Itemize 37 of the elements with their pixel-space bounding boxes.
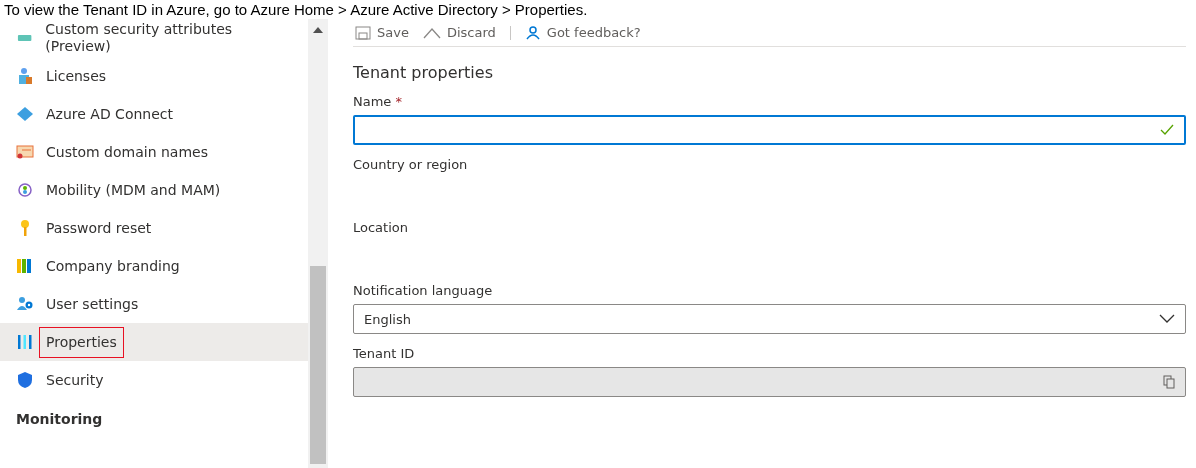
sidebar-item[interactable]: Mobility (MDM and MAM) (0, 171, 308, 209)
sidebar-item[interactable]: Security (0, 361, 308, 399)
field-label: Tenant ID (353, 346, 416, 361)
scrollbar[interactable] (308, 19, 328, 468)
toolbar-button[interactable]: Save (355, 25, 409, 40)
toolbar-button[interactable]: Got feedback? (524, 25, 641, 40)
sidebar-item[interactable]: Azure AD Connect (0, 95, 308, 133)
field-label: Location (353, 220, 409, 235)
sidebar-item[interactable]: Custom domain names (0, 133, 308, 171)
sliders-icon (16, 333, 34, 351)
caption-text: To view the Tenant ID in Azure, go to Azure Home > Azure Active Directory > Properties. (3, 0, 589, 19)
language-dropdown[interactable]: English (353, 304, 1186, 334)
required-mark: * (395, 94, 402, 109)
sidebar-item[interactable]: User settings (0, 285, 308, 323)
color-bars-icon (16, 257, 34, 275)
chevron-down-icon (1159, 314, 1175, 324)
user-badge-icon (16, 67, 34, 85)
sidebar-item[interactable]: Password reset (0, 209, 308, 247)
name-input-field[interactable] (353, 115, 1186, 145)
section-heading: Monitoring (15, 410, 104, 427)
field-label: Country or region (353, 157, 469, 172)
shield-icon (16, 371, 34, 389)
cycle-icon (16, 181, 34, 199)
section-title: Tenant properties (353, 63, 494, 82)
sidebar-item[interactable]: Company branding (0, 247, 308, 285)
sidebar-item[interactable]: Custom security attributes (Preview) (0, 19, 308, 57)
certificate-icon (16, 143, 34, 161)
sidebar-item[interactable]: Properties (0, 323, 308, 361)
person-icon (524, 25, 541, 40)
save-icon (355, 25, 371, 40)
caret-up-icon (422, 26, 441, 39)
field-label: Name * (353, 94, 403, 109)
toolbar-button[interactable]: Discard (422, 25, 496, 40)
user-gear-icon (16, 295, 34, 313)
field-label: Notification language (353, 283, 494, 298)
diamond-icon (16, 105, 34, 123)
sidebar-item[interactable]: Licenses (0, 57, 308, 95)
